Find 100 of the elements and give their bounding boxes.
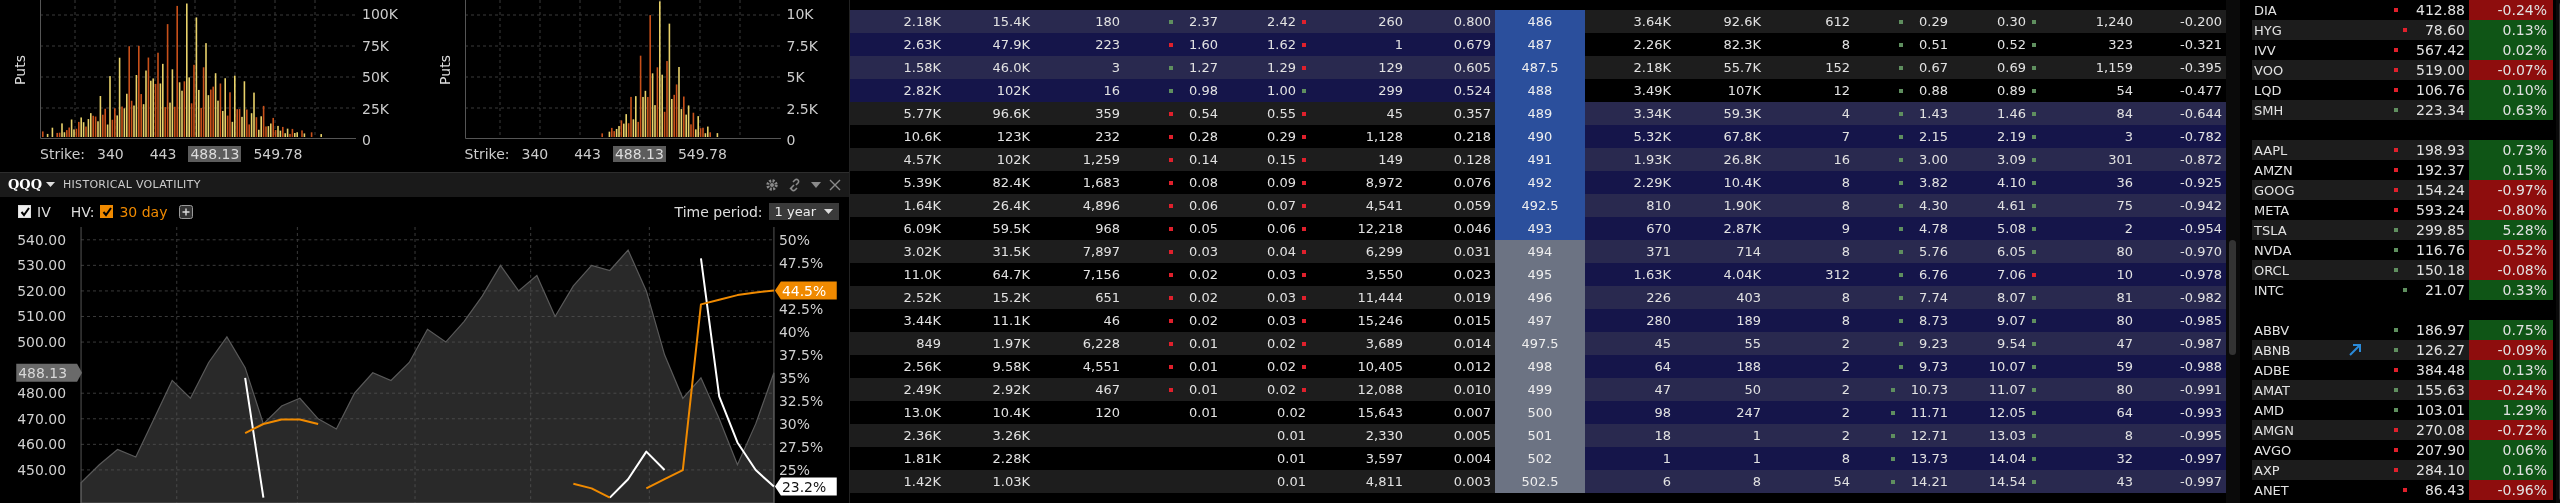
cell-text: 1.63K — [1633, 267, 1671, 282]
cell-text: 189 — [1736, 313, 1761, 328]
cell-text: 0.02 — [1267, 382, 1296, 397]
strike-cell: 500 — [1495, 401, 1585, 424]
strike-cell: 499 — [1495, 378, 1585, 401]
symbol-dropdown[interactable]: QQQ — [8, 177, 55, 193]
cell-text: 11,444 — [1357, 290, 1403, 305]
ticker-text: SMH — [2254, 102, 2284, 118]
symbol-cell[interactable]: AXP — [2252, 460, 2387, 480]
price-text: 284.10 — [2416, 462, 2465, 478]
symbol-cell[interactable]: AAPL — [2252, 140, 2387, 160]
cell-text: 18 — [1654, 428, 1671, 443]
axis-label: Puts — [436, 55, 453, 85]
strike-cell: 492.5 — [1495, 194, 1585, 217]
change-cell: -0.07% — [2469, 60, 2553, 80]
cell-text: 3.34K — [1633, 106, 1671, 121]
cell-text: 2.87K — [1723, 221, 1761, 236]
price-text: 207.90 — [2416, 442, 2465, 458]
close-icon[interactable] — [829, 178, 841, 191]
cell-text: 1,240 — [2095, 14, 2133, 29]
settings-icon[interactable] — [765, 177, 779, 192]
cell-text: 7.74 — [1919, 290, 1948, 305]
symbol-cell[interactable]: HYG — [2252, 20, 2387, 40]
cell-text: 299 — [1378, 83, 1403, 98]
add-icon[interactable] — [179, 204, 194, 219]
caret-icon[interactable] — [811, 181, 821, 188]
cell-text: 1,128 — [1365, 129, 1403, 144]
axis-tick-label: 25% — [778, 461, 810, 478]
cell-text: 0.01 — [1277, 428, 1306, 443]
time-period-dropdown[interactable]: 1 year — [768, 203, 839, 221]
checkbox[interactable] — [100, 205, 114, 219]
axis-tick-label: 40% — [778, 323, 810, 340]
price-text: 106.76 — [2416, 82, 2465, 98]
cell-text: 5.08 — [1997, 221, 2026, 236]
cell-text: 1.64K — [903, 198, 941, 213]
cell-text: 1,683 — [1082, 175, 1120, 190]
cell-text: 323 — [2108, 37, 2133, 52]
cell-text: 467 — [1095, 382, 1120, 397]
cell-text: 8 — [2124, 428, 2133, 443]
cell-text: 47.9K — [992, 37, 1030, 52]
cell-text: -0.993 — [2180, 405, 2222, 420]
cell-text: 223 — [1095, 37, 1120, 52]
axis-tick-label: 488.13 — [612, 146, 666, 162]
strike-cell: 489 — [1495, 102, 1585, 125]
ticker-text: ABNB — [2254, 342, 2291, 358]
axis-tick-label: 0 — [362, 132, 372, 148]
axis-label: Strike: — [40, 146, 85, 162]
symbol-cell[interactable]: TSLA — [2252, 220, 2387, 240]
checkbox-label: IV — [37, 203, 51, 220]
symbol-cell[interactable]: GOOG — [2252, 180, 2387, 200]
cell-text: 8 — [1841, 37, 1850, 52]
axis-tick-label: 75K — [362, 37, 390, 54]
cell-text: 14.04 — [1988, 451, 2026, 466]
ticker-text: AMAT — [2254, 382, 2290, 398]
cell-text: 2.36K — [903, 428, 941, 443]
symbol-cell[interactable]: VOO — [2252, 60, 2387, 80]
cell-text: 0.09 — [1267, 175, 1296, 190]
axis-tick-label: 488.13 — [188, 146, 242, 162]
cell-text: 0.29 — [1919, 14, 1948, 29]
axis-label: Puts — [12, 55, 28, 85]
cell-text: 1 — [1662, 451, 1671, 466]
cell-text: 0.02 — [1267, 359, 1296, 374]
symbol-cell[interactable]: AMAT — [2252, 380, 2387, 400]
ticker-text: ANET — [2254, 482, 2289, 498]
cell-text: 102K — [996, 152, 1030, 167]
scrollbar-thumb[interactable] — [2229, 240, 2236, 355]
cell-text: 301 — [2108, 152, 2133, 167]
cell-text: 0.02 — [1189, 313, 1218, 328]
symbol-cell[interactable]: ORCL — [2252, 260, 2387, 280]
cell-text: 7,156 — [1082, 267, 1120, 282]
cell-text: 80 — [2116, 313, 2133, 328]
price-text: 384.48 — [2416, 362, 2465, 378]
cell-text: 5.77K — [903, 106, 941, 121]
symbol-cell[interactable]: SMH — [2252, 100, 2387, 120]
cell-text: -0.970 — [2180, 244, 2222, 259]
cell-text: 8 — [1841, 451, 1850, 466]
strike-cell: 487 — [1495, 33, 1585, 56]
cell-text: 2.37 — [1189, 14, 1218, 29]
cell-text: 3.00 — [1919, 152, 1948, 167]
cell-text: 1.03K — [992, 474, 1030, 489]
axis-tick-label: 47.5% — [778, 254, 824, 271]
arrow-icon — [2348, 343, 2363, 357]
cell-text: 3.26K — [992, 428, 1030, 443]
cell-text: 0.01 — [1189, 405, 1218, 420]
price-text: 519.00 — [2416, 62, 2465, 78]
cell-text: 46.0K — [992, 60, 1030, 75]
axis-tick-label: 42.5% — [778, 300, 824, 317]
cell-text: 123K — [996, 129, 1030, 144]
cell-text: 968 — [1095, 221, 1120, 236]
cell-text: 0.01 — [1277, 451, 1306, 466]
cell-text: -0.995 — [2180, 428, 2222, 443]
cell-text: 0.51 — [1919, 37, 1948, 52]
axis-tick-label: 25K — [362, 100, 390, 117]
cell-text: 4.61 — [1997, 198, 2026, 213]
symbol-cell[interactable]: AMGN — [2252, 420, 2387, 440]
cell-text: 0.004 — [1453, 451, 1491, 466]
cell-text: 64 — [1654, 359, 1671, 374]
symbol-cell[interactable]: ABNB — [2252, 340, 2387, 360]
cell-text: 4,896 — [1082, 198, 1120, 213]
cell-text: 1,159 — [2095, 60, 2133, 75]
